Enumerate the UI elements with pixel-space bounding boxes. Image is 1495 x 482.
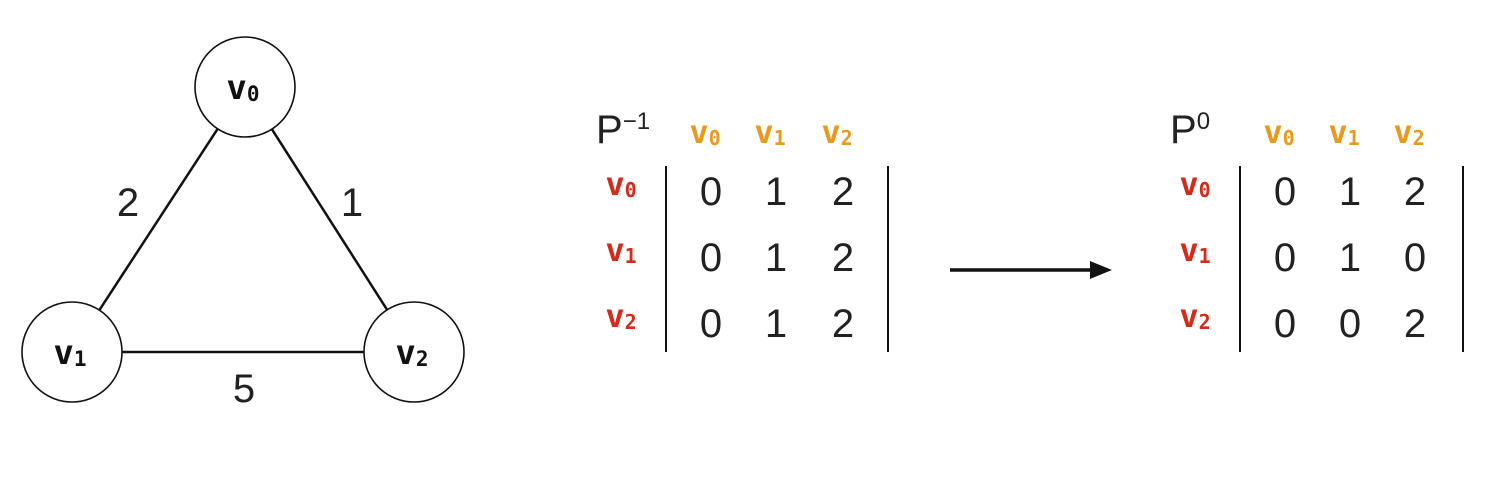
matrix-cell: 2 [1404, 302, 1426, 346]
matrix-cell: 0 [700, 236, 722, 280]
graph: 2 15v0v1 v2 [21, 36, 465, 411]
matrix-cell: 0 [1274, 236, 1296, 280]
col-header-v2: v2 [821, 113, 852, 151]
matrix-cell: 0 [1274, 170, 1296, 214]
row-header-v0: v0 [1179, 165, 1210, 203]
edge-weight-v1-v2: 5 [233, 367, 255, 411]
col-header-v0: v0 [1263, 113, 1294, 151]
row-header-v0: v0 [605, 165, 636, 203]
matrix-cell: 2 [832, 170, 854, 214]
matrices: P−1 v0 v1 v2v0v1v20 1 20 1 20 1 2P0 v0 v1 v2v0v1v20 1… [596, 108, 1464, 352]
matrix-cell: 0 [1274, 302, 1296, 346]
matrix-cell: 0 [700, 302, 722, 346]
matrix-cell: 2 [832, 302, 854, 346]
matrix-cell: 0 [1404, 236, 1426, 280]
col-header-v1: v1 [754, 113, 785, 151]
row-header-v2: v2 [1179, 297, 1210, 335]
row-header-v2: v2 [605, 297, 636, 335]
row-header-v1: v1 [1179, 231, 1210, 269]
row-header-v1: v1 [605, 231, 636, 269]
matrix-cell: 2 [832, 236, 854, 280]
edge-weight-v0-v2: 1 [341, 181, 363, 225]
matrix-cell: 1 [1339, 170, 1361, 214]
matrix-title: P0 [1170, 108, 1210, 152]
matrix-cell: 2 [1404, 170, 1426, 214]
matrix-cell: 1 [1339, 236, 1361, 280]
matrix-cell: 1 [765, 236, 787, 280]
matrix-title: P−1 [596, 108, 650, 152]
matrix-cell: 1 [765, 302, 787, 346]
matrix-cell: 0 [700, 170, 722, 214]
edge-v0-v2 [270, 128, 389, 311]
col-header-v0: v0 [689, 113, 720, 151]
matrix-P0: P0 v0 v1 v2v0v1v20 1 20 1 00 0 2 [1170, 108, 1464, 352]
diagram-canvas: 2 15v0v1 v2 P−1 v0 v1 v2v0v1v20 1 20 1 20 1 2P0 v0 v1… [21, 36, 1464, 411]
matrix-P-1: P−1 v0 v1 v2v0v1v20 1 20 1 20 1 2 [596, 108, 889, 352]
edge-weight-v0-v1: 2 [117, 181, 139, 225]
matrix-cell: 1 [765, 170, 787, 214]
col-header-v1: v1 [1328, 113, 1359, 151]
matrix-cell: 0 [1339, 302, 1361, 346]
col-header-v2: v2 [1393, 113, 1424, 151]
transition-arrow [950, 261, 1112, 279]
right-arrow-icon [950, 261, 1112, 279]
